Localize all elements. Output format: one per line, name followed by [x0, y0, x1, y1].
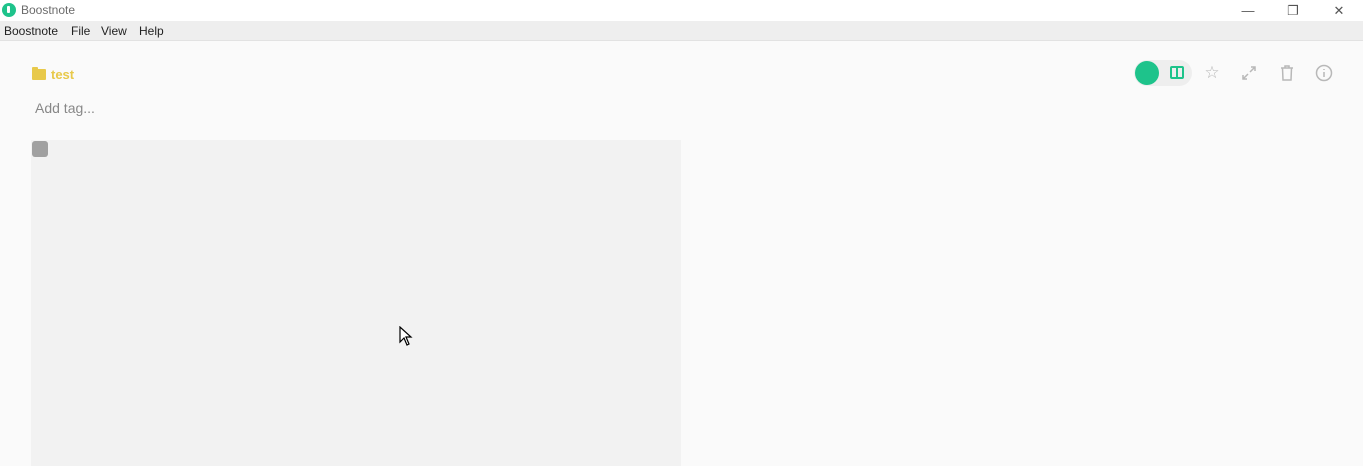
add-tag-input[interactable]	[35, 98, 235, 118]
trash-icon[interactable]	[1277, 63, 1297, 83]
split-view-toggle[interactable]	[1134, 60, 1192, 86]
menu-view[interactable]: View	[101, 24, 127, 38]
close-icon: ✕	[1333, 2, 1345, 18]
app-logo-icon	[2, 3, 16, 17]
menu-bar: Boostnote File View Help	[0, 21, 1363, 41]
folder-name: test	[51, 66, 75, 82]
expand-icon[interactable]	[1239, 63, 1259, 83]
menu-file[interactable]: File	[71, 24, 90, 38]
folder-icon	[32, 66, 46, 80]
mouse-cursor-icon	[399, 326, 413, 346]
toggle-knob	[1135, 61, 1159, 85]
minimize-button[interactable]: —	[1225, 0, 1271, 21]
menu-help[interactable]: Help	[139, 24, 164, 38]
minimize-icon: —	[1241, 3, 1255, 18]
maximize-button[interactable]: ❐	[1270, 0, 1316, 21]
note-editor[interactable]	[31, 140, 681, 466]
window-title: Boostnote	[21, 3, 76, 17]
split-view-icon	[1170, 66, 1184, 79]
editor-checkbox[interactable]	[32, 141, 48, 157]
folder-label[interactable]: test	[32, 66, 74, 82]
info-icon[interactable]	[1314, 63, 1334, 83]
maximize-icon: ❐	[1287, 2, 1299, 18]
menu-boostnote[interactable]: Boostnote	[4, 24, 58, 38]
title-bar: Boostnote — ❐ ✕	[0, 0, 1363, 21]
close-button[interactable]: ✕	[1316, 0, 1362, 21]
star-icon[interactable]: ☆	[1202, 63, 1222, 83]
